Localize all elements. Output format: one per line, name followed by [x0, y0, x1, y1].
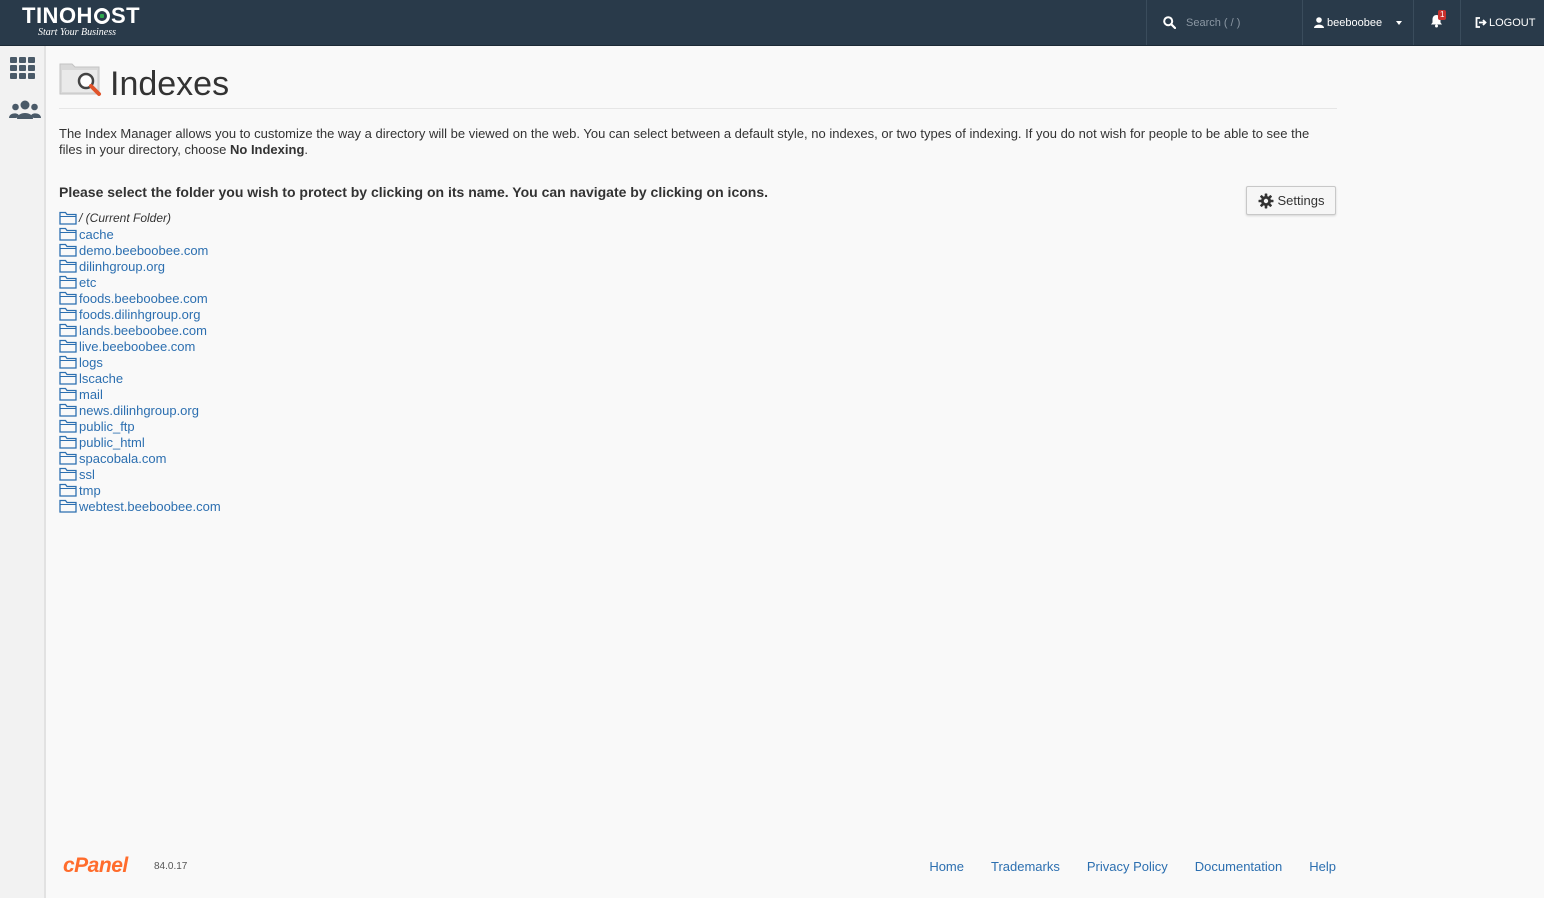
- list-item: public_ftp: [59, 418, 221, 434]
- list-item: etc: [59, 274, 221, 290]
- footer-link-help[interactable]: Help: [1309, 859, 1336, 874]
- folder-icon[interactable]: [59, 211, 77, 225]
- notification-badge: 1: [1438, 10, 1447, 20]
- folder-link[interactable]: demo.beeboobee.com: [79, 243, 208, 258]
- folder-link[interactable]: public_ftp: [79, 419, 135, 434]
- folder-link[interactable]: lands.beeboobee.com: [79, 323, 207, 338]
- list-item: foods.beeboobee.com: [59, 290, 221, 306]
- footer-link-documentation[interactable]: Documentation: [1195, 859, 1282, 874]
- brand-house-icon: [93, 8, 110, 24]
- folder-icon[interactable]: [59, 259, 77, 273]
- logout-button[interactable]: LOGOUT: [1461, 0, 1544, 45]
- page-description: The Index Manager allows you to customiz…: [59, 126, 1310, 157]
- page-title: Indexes: [110, 65, 230, 103]
- list-item: live.beeboobee.com: [59, 338, 221, 354]
- list-item: ssl: [59, 466, 221, 482]
- folder-icon[interactable]: [59, 275, 77, 289]
- folder-link[interactable]: webtest.beeboobee.com: [79, 499, 221, 514]
- folder-icon[interactable]: [59, 403, 77, 417]
- logout-icon: [1475, 17, 1487, 28]
- cpanel-logo[interactable]: cPanel: [63, 854, 128, 878]
- footer-link-privacy-policy[interactable]: Privacy Policy: [1087, 859, 1168, 874]
- footer-link-trademarks[interactable]: Trademarks: [991, 859, 1060, 874]
- list-item: foods.dilinhgroup.org: [59, 306, 221, 322]
- folder-icon[interactable]: [59, 435, 77, 449]
- list-item: public_html: [59, 434, 221, 450]
- sidebar-apps-button[interactable]: [9, 56, 36, 84]
- folder-icon[interactable]: [59, 323, 77, 337]
- list-item: news.dilinhgroup.org: [59, 402, 221, 418]
- list-item: webtest.beeboobee.com: [59, 498, 221, 514]
- footer-links: Home Trademarks Privacy Policy Documenta…: [902, 859, 1336, 874]
- top-navbar: TINOH ST Start Your Business beeboobee 1: [0, 0, 1544, 46]
- folder-link[interactable]: news.dilinhgroup.org: [79, 403, 199, 418]
- folder-link[interactable]: tmp: [79, 483, 101, 498]
- brand-logo[interactable]: TINOH ST Start Your Business: [22, 3, 140, 38]
- brand-name-right: ST: [110, 3, 141, 28]
- folder-icon[interactable]: [59, 243, 77, 257]
- list-item: cache: [59, 226, 221, 242]
- users-icon: [9, 100, 41, 119]
- list-item: demo.beeboobee.com: [59, 242, 221, 258]
- username-label: beeboobee: [1327, 16, 1383, 29]
- sidebar-users-button[interactable]: [9, 100, 41, 125]
- no-indexing-text: No Indexing: [230, 142, 305, 157]
- settings-button[interactable]: Settings: [1246, 186, 1336, 215]
- folder-link[interactable]: lscache: [79, 371, 123, 386]
- folder-link[interactable]: ssl: [79, 467, 95, 482]
- folder-icon[interactable]: [59, 227, 77, 241]
- apps-grid-icon: [10, 57, 35, 79]
- list-item: mail: [59, 386, 221, 402]
- list-item: tmp: [59, 482, 221, 498]
- instruction-text: Please select the folder you wish to pro…: [59, 184, 769, 200]
- footer-link-home[interactable]: Home: [929, 859, 964, 874]
- folder-link[interactable]: dilinhgroup.org: [79, 259, 165, 274]
- folder-link[interactable]: etc: [79, 275, 96, 290]
- list-item: lscache: [59, 370, 221, 386]
- notifications-button[interactable]: [1414, 0, 1461, 45]
- folder-item-current: / (Current Folder): [59, 210, 221, 226]
- main-content: Indexes The Index Manager allows you to …: [59, 46, 1337, 514]
- folder-icon[interactable]: [59, 419, 77, 433]
- list-item: lands.beeboobee.com: [59, 322, 221, 338]
- folder-link[interactable]: logs: [79, 355, 103, 370]
- folder-search-icon: [59, 63, 101, 96]
- folder-icon[interactable]: [59, 339, 77, 353]
- settings-label: Settings: [1277, 193, 1325, 208]
- folder-icon[interactable]: [59, 387, 77, 401]
- list-item: logs: [59, 354, 221, 370]
- search-icon: [1163, 16, 1176, 29]
- folder-link[interactable]: public_html: [79, 435, 145, 450]
- sidebar: [0, 46, 46, 898]
- folder-link[interactable]: live.beeboobee.com: [79, 339, 195, 354]
- folder-icon[interactable]: [59, 307, 77, 321]
- search-input[interactable]: [1184, 15, 1298, 30]
- page-header: Indexes: [59, 46, 1337, 109]
- folder-icon[interactable]: [59, 467, 77, 481]
- cpanel-version: 84.0.17: [154, 861, 188, 872]
- folder-link[interactable]: mail: [79, 387, 103, 402]
- folder-link[interactable]: spacobala.com: [79, 451, 166, 466]
- user-icon: [1314, 17, 1324, 28]
- gear-icon: [1258, 193, 1273, 208]
- user-menu[interactable]: beeboobee: [1302, 0, 1414, 45]
- folder-link[interactable]: foods.dilinhgroup.org: [79, 307, 200, 322]
- list-item: dilinhgroup.org: [59, 258, 221, 274]
- brand-name-left: TINOH: [22, 3, 93, 28]
- list-item: spacobala.com: [59, 450, 221, 466]
- folder-icon[interactable]: [59, 371, 77, 385]
- folder-link[interactable]: foods.beeboobee.com: [79, 291, 208, 306]
- logout-label: LOGOUT: [1489, 16, 1536, 29]
- folder-link[interactable]: cache: [79, 227, 114, 242]
- folder-list: / (Current Folder) cache demo.beeboobee.c…: [59, 210, 221, 514]
- folder-icon[interactable]: [59, 355, 77, 369]
- folder-icon[interactable]: [59, 483, 77, 497]
- folder-icon[interactable]: [59, 499, 77, 513]
- folder-icon[interactable]: [59, 291, 77, 305]
- chevron-down-icon: [1396, 20, 1403, 25]
- search-box: [1146, 0, 1303, 45]
- folder-icon[interactable]: [59, 451, 77, 465]
- current-folder-label[interactable]: / (Current Folder): [79, 211, 171, 225]
